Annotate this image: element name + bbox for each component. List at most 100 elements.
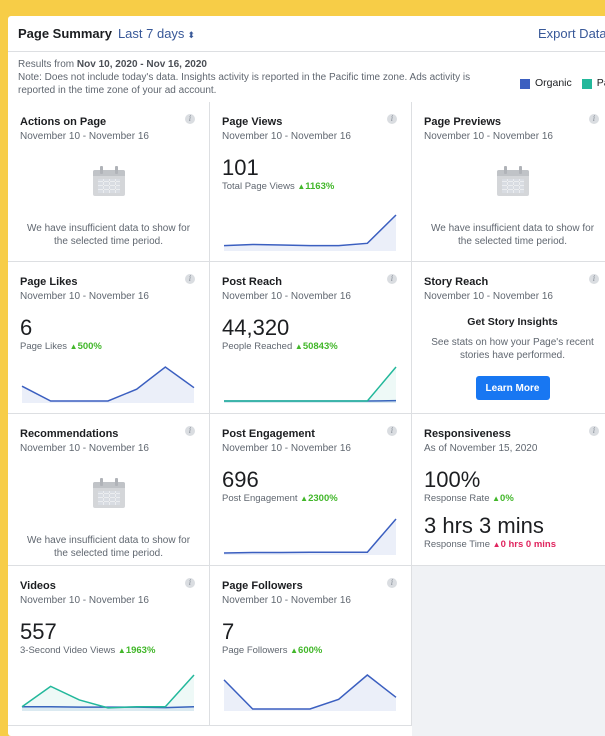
up-arrow-icon: ▲ [493, 540, 501, 549]
date-range-dropdown[interactable]: Last 7 days⬍ [118, 26, 195, 41]
metric-value: 6 [20, 316, 197, 340]
metric-delta: ▲50843% [295, 341, 338, 352]
card-actions-on-page[interactable]: Actions on Page November 10 - November 1… [8, 102, 210, 262]
insufficient-data-message: We have insufficient data to show for th… [20, 534, 197, 560]
caret-icon: ⬍ [187, 30, 195, 40]
date-range-label: Last 7 days [118, 26, 185, 41]
metric-delta: ▲1163% [297, 181, 334, 192]
page-summary-panel: Page Summary Last 7 days⬍ Export Data⇩ R… [8, 16, 605, 736]
export-label: Export Data [538, 26, 605, 41]
card-date: November 10 - November 16 [20, 291, 197, 302]
sparkline-chart [222, 213, 398, 251]
story-insights-text: See stats on how your Page's recent stor… [424, 336, 601, 362]
organic-swatch [520, 79, 530, 89]
results-range: Nov 10, 2020 - Nov 16, 2020 [77, 59, 207, 70]
calendar-icon [93, 478, 125, 508]
up-arrow-icon: ▲ [492, 494, 500, 503]
card-videos[interactable]: Videos November 10 - November 16 i 557 3… [8, 566, 210, 726]
card-post-engagement[interactable]: Post Engagement November 10 - November 1… [210, 414, 412, 566]
organic-series-area [22, 367, 194, 403]
sparkline-chart [20, 365, 196, 403]
card-date: November 10 - November 16 [20, 443, 197, 454]
card-date: As of November 15, 2020 [424, 443, 601, 454]
sparkline-chart [20, 673, 196, 711]
card-date: November 10 - November 16 [222, 131, 399, 142]
card-post-reach[interactable]: Post Reach November 10 - November 16 i 4… [210, 262, 412, 414]
learn-more-button[interactable]: Learn More [476, 376, 550, 400]
card-title: Recommendations [20, 428, 197, 440]
response-time-delta: ▲0 hrs 0 mins [493, 539, 556, 550]
info-icon[interactable]: i [185, 426, 195, 436]
card-date: November 10 - November 16 [20, 131, 197, 142]
metric-value: 557 [20, 620, 197, 644]
up-arrow-icon: ▲ [295, 342, 303, 351]
card-page-followers[interactable]: Page Followers November 10 - November 16… [210, 566, 412, 726]
metric-label: 3-Second Video Views [20, 645, 115, 656]
card-date: November 10 - November 16 [222, 443, 399, 454]
card-date: November 10 - November 16 [20, 595, 197, 606]
insufficient-data-message: We have insufficient data to show for th… [424, 222, 601, 248]
results-note: Results from Nov 10, 2020 - Nov 16, 2020… [8, 52, 605, 108]
metric-label: Page Followers [222, 645, 287, 656]
info-icon[interactable]: i [185, 274, 195, 284]
card-page-views[interactable]: Page Views November 10 - November 16 i 1… [210, 102, 412, 262]
response-rate-value: 100% [424, 468, 601, 492]
card-recommendations[interactable]: Recommendations November 10 - November 1… [8, 414, 210, 566]
sparkline-chart [222, 365, 398, 403]
paid-series-area [22, 675, 194, 711]
card-title: Page Likes [20, 276, 197, 288]
metric-value: 7 [222, 620, 399, 644]
info-icon[interactable]: i [387, 426, 397, 436]
card-page-previews[interactable]: Page Previews November 10 - November 16 … [412, 102, 605, 262]
metric-label: Post Engagement [222, 493, 298, 504]
card-title: Story Reach [424, 276, 601, 288]
card-title: Post Reach [222, 276, 399, 288]
up-arrow-icon: ▲ [118, 646, 126, 655]
empty-grid-cell [412, 566, 605, 736]
card-title: Post Engagement [222, 428, 399, 440]
info-icon[interactable]: i [387, 114, 397, 124]
story-insights-heading: Get Story Insights [424, 316, 601, 328]
metric-label: Total Page Views [222, 181, 295, 192]
page-title: Page Summary [18, 26, 112, 41]
response-time-label: Response Time [424, 539, 490, 550]
insufficient-data-message: We have insufficient data to show for th… [20, 222, 197, 248]
card-date: November 10 - November 16 [222, 291, 399, 302]
metric-delta: ▲1963% [118, 645, 156, 656]
info-icon[interactable]: i [589, 274, 599, 284]
paid-swatch [582, 79, 592, 89]
chart-legend: Organic Paid [520, 77, 605, 90]
metric-label: Page Likes [20, 341, 67, 352]
legend-organic: Organic [535, 77, 572, 90]
info-icon[interactable]: i [589, 114, 599, 124]
export-data-link[interactable]: Export Data⇩ [538, 26, 605, 42]
up-arrow-icon: ▲ [300, 494, 308, 503]
info-icon[interactable]: i [387, 578, 397, 588]
response-rate-delta: ▲0% [492, 493, 514, 504]
card-title: Videos [20, 580, 197, 592]
card-title: Page Previews [424, 116, 601, 128]
metric-delta: ▲600% [290, 645, 322, 656]
calendar-icon [497, 166, 529, 196]
response-time-value: 3 hrs 3 mins [424, 514, 601, 538]
card-story-reach[interactable]: Story Reach November 10 - November 16 i … [412, 262, 605, 414]
card-page-likes[interactable]: Page Likes November 10 - November 16 i 6… [8, 262, 210, 414]
sparkline-chart [222, 517, 398, 555]
metric-value: 696 [222, 468, 399, 492]
summary-header: Page Summary Last 7 days⬍ Export Data⇩ [8, 16, 605, 52]
metric-value: 44,320 [222, 316, 399, 340]
organic-series-line [224, 215, 396, 246]
results-prefix: Results from [18, 59, 77, 70]
sparkline-chart [222, 673, 398, 711]
card-responsiveness[interactable]: Responsiveness As of November 15, 2020 i… [412, 414, 605, 566]
metric-delta: ▲2300% [300, 493, 338, 504]
up-arrow-icon: ▲ [70, 342, 78, 351]
metric-label: People Reached [222, 341, 292, 352]
info-icon[interactable]: i [387, 274, 397, 284]
info-icon[interactable]: i [589, 426, 599, 436]
info-icon[interactable]: i [185, 578, 195, 588]
card-date: November 10 - November 16 [424, 291, 601, 302]
calendar-icon [93, 166, 125, 196]
info-icon[interactable]: i [185, 114, 195, 124]
paid-series-line [224, 367, 396, 401]
